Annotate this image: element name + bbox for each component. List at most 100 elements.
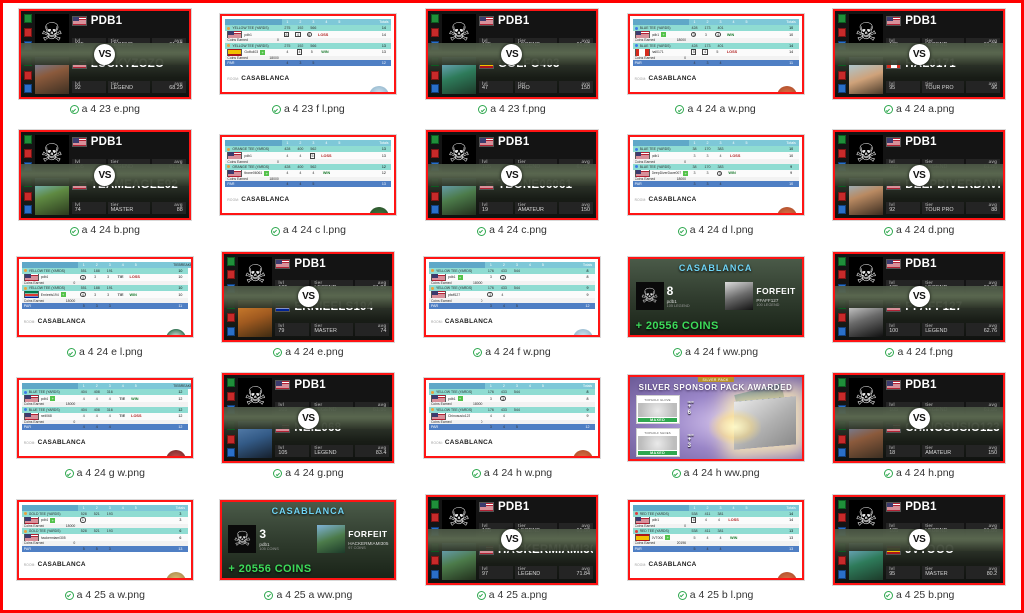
course-logo-icon — [776, 571, 797, 578]
player-scores: 4 3 3 TIE WIN — [78, 291, 173, 298]
thumbnail-caption: a 4 24 f.png — [885, 346, 953, 359]
thumbnail-image-versus[interactable]: PDB1lvl105tierLEGENDavg61.86HAL0171lvl95… — [833, 9, 1006, 99]
hole-score: 4 — [108, 414, 111, 419]
yard-value: 173 — [704, 43, 711, 48]
hole-score: 5 — [716, 50, 719, 54]
flag-icon-us — [23, 534, 39, 542]
thumbnail-image-scorecard[interactable]: 1 2 3 4 5 Totals BLUE TEE (YARDS) 38 170 383 10 pdb… — [627, 135, 804, 216]
thumbnail-image-versus[interactable]: PDB1lvl105tierLEGENDavg61.86LUCKYZOZOlvl… — [18, 9, 191, 99]
thumbnail-image-versus[interactable]: PDB1lvl105tierLEGENDavg61.86NEIL068lvl10… — [222, 373, 395, 464]
player-name-cell: pdb1 — [225, 152, 281, 160]
thumbnail-image-versus[interactable]: PDB1lvl105tierLEGENDavg61.86JVTOOOlvl95t… — [833, 494, 1006, 585]
ribbon-icon — [838, 569, 847, 579]
thumbnail-image-scorecard[interactable]: 1 2 3 4 5 Totals GOLD TEE (YARDS) 528 521 193 3 pdb… — [16, 499, 193, 580]
thumbnail-image-scorecard[interactable]: 1 2 3 4 5 Totals ORANGE TEE (YARDS) 428 400 562 13… — [220, 135, 397, 216]
thumbnail-filename: a 4 25 a.png — [488, 588, 548, 601]
hole-number: 5 — [134, 262, 137, 267]
player-stats: lvl 95 tier MASTER avg 80.2 — [886, 566, 1001, 579]
thumbnail-image-versus[interactable]: PDB1lvl105tierLEGENDavg61.86GOLFO403lvl4… — [425, 9, 598, 99]
thumbnail-image-scorecard[interactable]: 1 2 3 4 5 Totals YELLOW TEE (YARDS) 176 433 544 8 p… — [423, 256, 600, 337]
ribbon-icon — [838, 256, 847, 266]
hole-number: 3 — [108, 384, 111, 389]
hole-score: 4 — [312, 171, 315, 176]
hole-number: 1 — [82, 262, 85, 267]
thumbnail-image-coins[interactable]: CASABLANCA 8pdb1105 LEGEND FORFEITPFAFF127… — [627, 256, 804, 337]
thumbnail-caption: a 4 24 h.png — [884, 468, 954, 480]
hole-number: 1 — [489, 384, 492, 389]
stat-value: 150 — [580, 206, 590, 213]
prize-line: PRIZE: 18000 — [431, 450, 493, 456]
thumbnail-image-versus[interactable]: PDB1lvl105tierLEGENDavg61.86TBONE06061lv… — [425, 130, 598, 221]
yard-value: 428 — [691, 26, 698, 30]
thumbnail-image-coins[interactable]: CASABLANCA 3pdb1105 COINS FORFEITHACKERMIA… — [220, 499, 397, 580]
ribbon-icon — [838, 14, 847, 23]
versus-card: PDB1lvl105tierLEGENDavg61.86ERNIEELS194l… — [224, 253, 393, 340]
thumbnail-image-versus[interactable]: PDB1lvl105tierLEGENDavg61.86CHINOSUSIO12… — [833, 373, 1006, 464]
thumbnail-filename: a 4 24 h.png — [896, 467, 955, 480]
verified-icon — [272, 105, 282, 115]
player-name: tbone06061 — [244, 171, 263, 176]
room-value: CASABLANCA — [646, 75, 697, 82]
thumbnail-wrap: 1 2 3 4 5 Totals YELLOW TEE (YARDS) 176 433 544 8 p… — [412, 371, 612, 465]
thumbnail-filename: a 4 24 g w.png — [76, 467, 145, 480]
ribbon-icon — [23, 205, 32, 215]
thumbnail-image-versus[interactable]: PDB1lvl105tierLEGENDavg61.86HACKERMIAMI3… — [425, 494, 598, 585]
hole-number: 3 — [312, 20, 315, 24]
par-value: 3 — [489, 303, 492, 308]
yard-value: 191 — [106, 286, 113, 291]
room-value: CASABLANCA — [646, 560, 697, 568]
par-value: 3 — [299, 61, 302, 65]
player-scores: 4 4 5 LOSS — [282, 152, 377, 159]
thumbnail-image-versus[interactable]: PDB1lvl105tierLEGENDavg61.86PFAFF127lvl1… — [833, 251, 1006, 342]
hole-number: 5 — [745, 505, 748, 510]
thumbnail-image-versus[interactable]: PDB1lvl105tierLEGENDavg61.86ERNIEELS194l… — [222, 251, 395, 342]
player-score: 3 — [259, 526, 267, 541]
thumbnail-filename: a 4 24 d.png — [896, 224, 955, 237]
player-score-row: Chinosusio123 4 4 9 — [428, 412, 595, 420]
room-label: ROOM: — [430, 441, 443, 446]
stat-value: MASTER — [314, 328, 337, 335]
thumbnail-image-versus[interactable]: PDB1lvl105tierLEGENDavg61.86TEAMEAGLE92l… — [18, 130, 191, 221]
par-value: 4 — [95, 425, 98, 430]
prize-line: PRIZE: 18000 — [635, 207, 697, 213]
hole-score: 4 — [80, 274, 86, 280]
pack-ribbon-label: SILVER PACK — [697, 377, 734, 383]
stat-value: 74 — [74, 206, 81, 213]
flag-icon-ca — [634, 48, 650, 56]
horizon-band — [835, 43, 1004, 65]
thumbnail-image-scorecard[interactable]: 1 2 3 4 5 Totals BLUE TEE (YARDS) 428 173 401 10 pd… — [627, 14, 804, 94]
tee-dot — [227, 44, 231, 47]
player-name: pdb1 — [244, 153, 252, 158]
player-score-row: pdb1 6 4 6 LOSS 14 — [225, 31, 392, 38]
thumbnail-cell: PDB1lvl105tierLEGENDavg61.86DEEPDIVERDAV… — [817, 124, 1021, 245]
thumbnail-filename: a 4 25 b.png — [896, 588, 955, 601]
scorecard: 12345TIEBREAKERTotalsBLUE TEE (YARDS)404… — [18, 380, 191, 457]
stat-value: 105 — [278, 449, 288, 456]
thumbnail-cell: PDB1lvl105tierLEGENDavg61.86PFAFF127lvl1… — [817, 246, 1021, 367]
scorecard-meta: ROOM: CASABLANCAPRIZE: 18000 — [24, 309, 86, 335]
tiebreak-result: WIN — [129, 292, 137, 297]
hole-number: 4 — [732, 141, 735, 146]
player-scores: 4 3 3 TIE LOSS — [78, 274, 173, 281]
thumbnail-image-scorecard[interactable]: 1 2 3 4 5 Totals YELLOW TEE (YARDS) 275 192 566 14… — [220, 14, 397, 94]
coins-result-card: CASABLANCA 3pdb1105 COINS FORFEITHACKERMIA… — [222, 501, 395, 578]
player-score-row: hackermiami305 6 — [21, 534, 188, 542]
thumbnail-image-scorecard[interactable]: 12345TIEBREAKERTotalsYELLOW TEE (YARDS)5… — [16, 256, 193, 337]
ribbon-icon — [838, 434, 847, 444]
thumbnail-image-scorecard[interactable]: 1 2 3 4 5 Totals RED TEE (YARDS) 538 411 381 14 pdb… — [627, 499, 804, 580]
hole-number: 5 — [134, 505, 137, 510]
thumbnail-cell: SILVER PACK SILVER SPONSOR PACK AWARDED TO… — [614, 367, 818, 488]
ribbon-icon — [227, 378, 236, 388]
thumbnail-image-versus[interactable]: PDB1lvl105tierLEGENDavg61.86DEEPDIVERDAV… — [833, 130, 1006, 221]
thumbnail-image-pack[interactable]: SILVER PACK SILVER SPONSOR PACK AWARDED TO… — [627, 375, 804, 462]
pack-item-list: TOPGOLF GLOVE MAXED NEW + 6 TOPGOLF SHOES MAX… — [635, 395, 694, 458]
player-name-cell: pdb1 + — [22, 395, 78, 403]
versus-card: PDB1lvl105tierLEGENDavg61.86DEEPDIVERDAV… — [835, 132, 1004, 219]
tee-dot — [23, 408, 27, 412]
verified-icon — [270, 226, 280, 236]
thumbnail-filename: a 4 24 a w.png — [687, 103, 756, 115]
hole-number: 2 — [502, 262, 505, 267]
thumbnail-image-scorecard[interactable]: 12345TIEBREAKERTotalsBLUE TEE (YARDS)404… — [16, 378, 193, 459]
thumbnail-image-scorecard[interactable]: 1 2 3 4 5 Totals YELLOW TEE (YARDS) 176 433 544 8 p… — [423, 378, 600, 459]
yard-value: 544 — [513, 268, 520, 273]
